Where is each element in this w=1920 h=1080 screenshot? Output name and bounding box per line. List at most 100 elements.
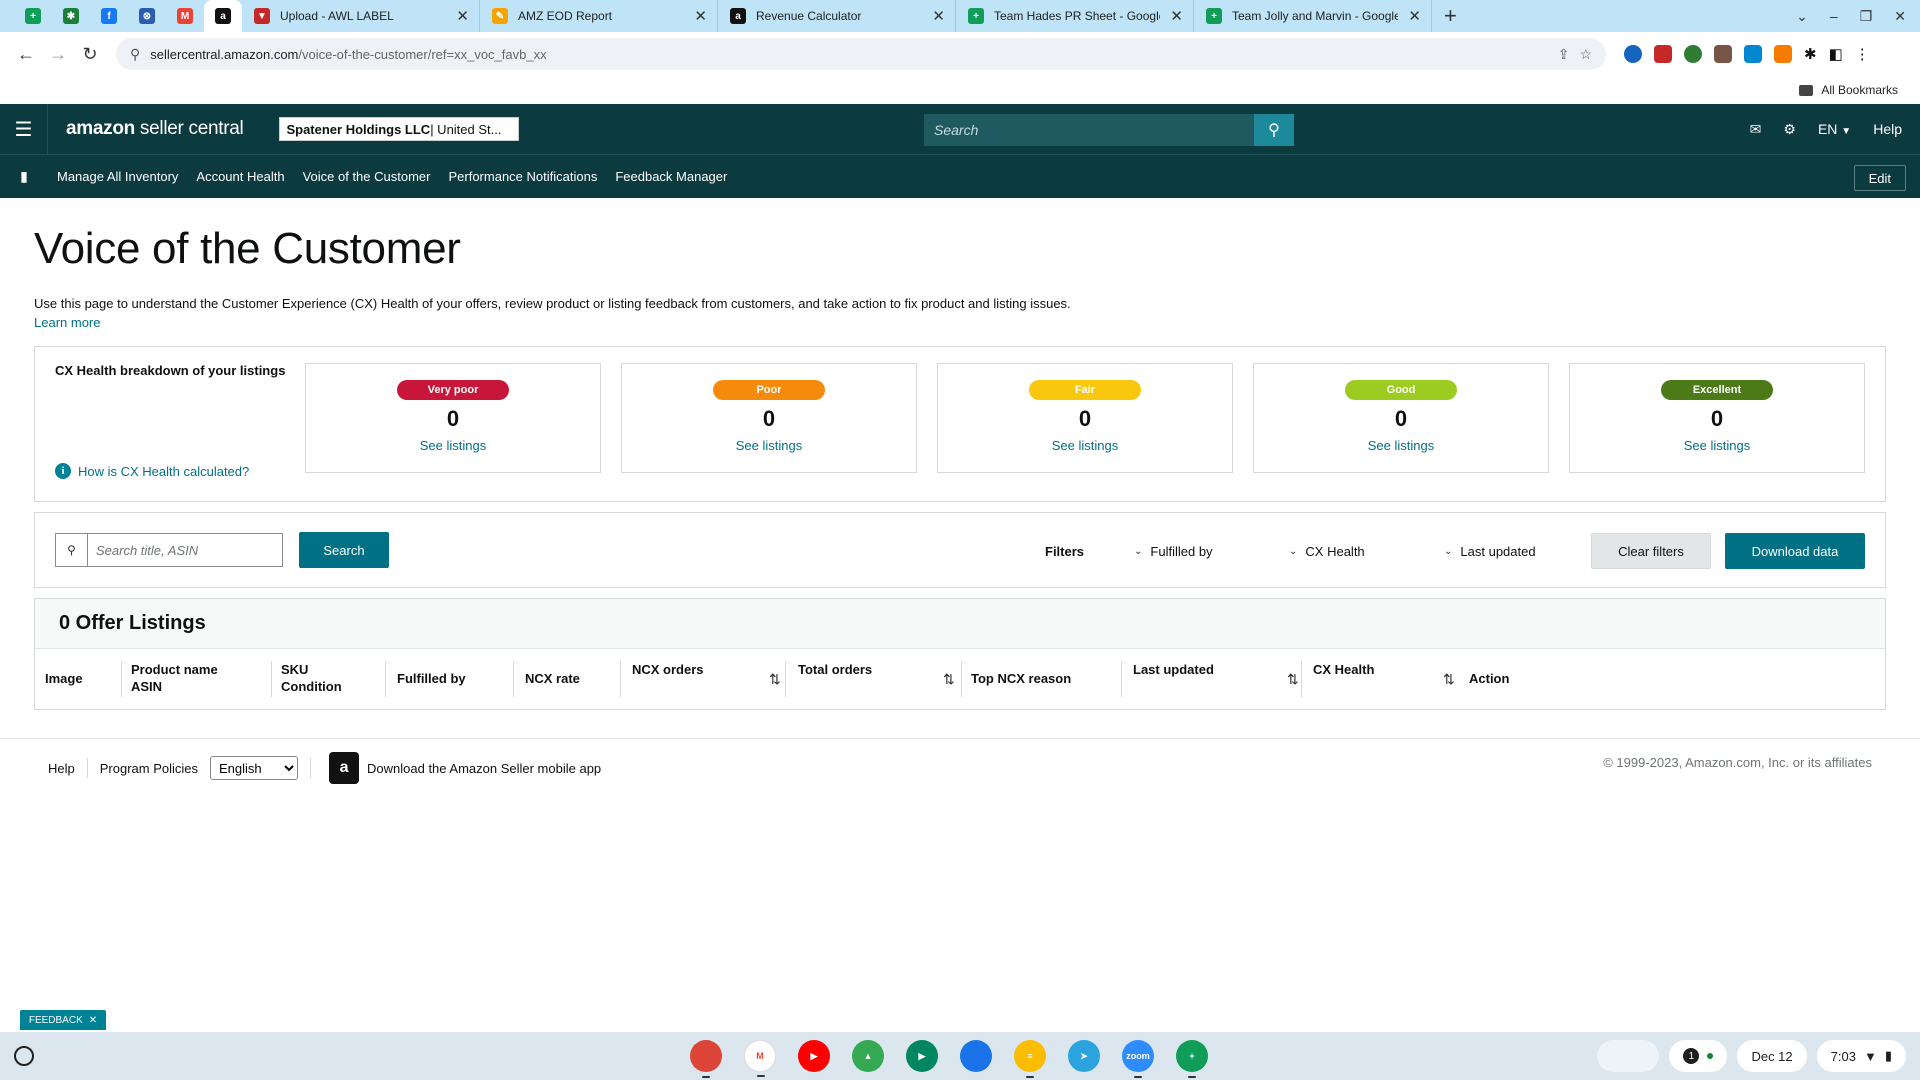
new-tab-button[interactable]: + — [1444, 3, 1457, 29]
column-header[interactable]: Total orders — [798, 661, 872, 678]
extension-icon-3[interactable] — [1684, 45, 1702, 63]
telegram-app-icon[interactable]: ➤ — [1068, 1040, 1100, 1072]
tab-close-icon[interactable]: ✕ — [932, 7, 945, 25]
see-listings-link[interactable]: See listings — [736, 438, 802, 453]
extension-icon-4[interactable] — [1714, 45, 1732, 63]
sheets-pinned-tab[interactable]: + — [14, 0, 52, 32]
share-icon[interactable]: ⇪ — [1558, 46, 1570, 63]
extension-icon-6[interactable] — [1774, 45, 1792, 63]
puzzle-pinned-tab[interactable]: ✱ — [52, 0, 90, 32]
column-header[interactable]: NCX orders — [632, 661, 704, 678]
nav-item-voice-of-the-customer[interactable]: Voice of the Customer — [303, 169, 431, 184]
gmail-pinned-tab[interactable]: M — [166, 0, 204, 32]
download-data-button[interactable]: Download data — [1725, 533, 1865, 569]
cx-health-filter[interactable]: ⌄ CX Health — [1289, 544, 1444, 559]
extension-icon-5[interactable] — [1744, 45, 1762, 63]
column-header[interactable]: Last updated — [1133, 661, 1214, 678]
status-tray[interactable]: 7:03 ▼ ▮ — [1816, 1040, 1906, 1072]
browser-tab[interactable]: ▼ Upload - AWL LABEL ✕ — [242, 0, 480, 32]
sort-icon[interactable]: ⇅ — [769, 671, 781, 688]
browser-menu-icon[interactable]: ⋮ — [1855, 45, 1870, 63]
site-info-icon[interactable]: ⚲ — [130, 46, 140, 63]
notification-tray[interactable]: 1 — [1669, 1040, 1728, 1072]
mail-icon[interactable]: ✉ — [1750, 121, 1762, 138]
clear-filters-button[interactable]: Clear filters — [1591, 533, 1711, 569]
amazon-seller-app-icon[interactable]: a — [329, 752, 360, 784]
edit-nav-button[interactable]: Edit — [1853, 165, 1906, 191]
play-store-app-icon[interactable]: ▶ — [906, 1040, 938, 1072]
bookmark-icon[interactable]: ▮ — [0, 168, 48, 185]
side-panel-icon[interactable]: ◧ — [1829, 45, 1843, 63]
chrome-app-icon[interactable] — [690, 1040, 722, 1078]
seller-central-logo[interactable]: amazon seller central — [66, 118, 244, 140]
footer-help-link[interactable]: Help — [48, 761, 75, 776]
see-listings-link[interactable]: See listings — [1368, 438, 1434, 453]
forward-icon[interactable]: → — [42, 44, 74, 65]
bookmark-star-icon[interactable]: ☆ — [1579, 46, 1592, 63]
account-switcher[interactable]: Spatener Holdings LLC | United St... — [279, 117, 520, 141]
files-app-icon[interactable] — [960, 1040, 992, 1072]
footer-language-select[interactable]: English — [210, 756, 299, 780]
sort-icon[interactable]: ⇅ — [1443, 671, 1455, 688]
nav-item-feedback-manager[interactable]: Feedback Manager — [615, 169, 727, 184]
close-window-icon[interactable]: ✕ — [1894, 8, 1906, 25]
extensions-puzzle-icon[interactable]: ✱ — [1804, 45, 1817, 63]
footer-divider — [86, 758, 88, 778]
zoom-app-icon[interactable]: zoom — [1122, 1040, 1154, 1078]
header-search-button[interactable]: ⚲ — [1254, 114, 1294, 146]
sort-icon[interactable]: ⇅ — [943, 671, 955, 688]
tab-close-icon[interactable]: ✕ — [1408, 7, 1421, 25]
drive-app-icon[interactable]: ▲ — [852, 1040, 884, 1072]
column-header[interactable]: CX Health — [1313, 661, 1374, 678]
keep-app-icon[interactable]: ≡ — [1014, 1040, 1046, 1078]
tab-search-chevron-icon[interactable]: ⌄ — [1796, 8, 1808, 25]
globe-pinned-tab[interactable]: ⊗ — [128, 0, 166, 32]
header-search-input[interactable] — [924, 114, 1254, 146]
address-bar[interactable]: ⚲ sellercentral.amazon.com/voice-of-the-… — [116, 38, 1606, 70]
last-updated-filter[interactable]: ⌄ Last updated — [1444, 544, 1599, 559]
feedback-tab[interactable]: FEEDBACK ✕ — [20, 1010, 106, 1030]
minimize-icon[interactable]: – — [1830, 8, 1838, 24]
browser-tab[interactable]: + Team Hades PR Sheet - Google ✕ — [956, 0, 1194, 32]
see-listings-link[interactable]: See listings — [420, 438, 486, 453]
download-mobile-app-link[interactable]: Download the Amazon Seller mobile app — [367, 761, 601, 776]
nav-item-account-health[interactable]: Account Health — [196, 169, 284, 184]
youtube-app-icon[interactable]: ▶ — [798, 1040, 830, 1072]
tab-close-icon[interactable]: ✕ — [1170, 7, 1183, 25]
nav-item-manage-all-inventory[interactable]: Manage All Inventory — [57, 169, 178, 184]
close-icon[interactable]: ✕ — [89, 1015, 97, 1026]
back-icon[interactable]: ← — [10, 44, 42, 65]
language-selector[interactable]: EN ▼ — [1818, 121, 1851, 137]
listing-search-input[interactable] — [88, 534, 282, 566]
extension-icon-1[interactable] — [1624, 45, 1642, 63]
search-button[interactable]: Search — [299, 532, 389, 568]
learn-more-link[interactable]: Learn more — [34, 315, 1886, 330]
program-policies-link[interactable]: Program Policies — [100, 761, 198, 776]
date-tray[interactable]: Dec 12 — [1737, 1040, 1807, 1072]
gmail-app-icon[interactable]: M — [744, 1040, 776, 1077]
extension-icon-2[interactable] — [1654, 45, 1672, 63]
nav-item-performance-notifications[interactable]: Performance Notifications — [448, 169, 597, 184]
browser-tab[interactable]: ✎ AMZ EOD Report ✕ — [480, 0, 718, 32]
browser-tab[interactable]: a Revenue Calculator ✕ — [718, 0, 956, 32]
hamburger-menu-icon[interactable]: ☰ — [0, 104, 48, 154]
reload-icon[interactable]: ↻ — [74, 44, 106, 65]
url-text[interactable]: sellercentral.amazon.com/voice-of-the-cu… — [150, 47, 1547, 62]
sort-icon[interactable]: ⇅ — [1287, 671, 1299, 688]
settings-gear-icon[interactable]: ⚙ — [1783, 121, 1796, 138]
see-listings-link[interactable]: See listings — [1684, 438, 1750, 453]
amazon-pinned-tab[interactable]: a — [204, 0, 242, 32]
restore-icon[interactable]: ❐ — [1860, 8, 1873, 25]
launcher-icon[interactable] — [14, 1046, 34, 1066]
tab-close-icon[interactable]: ✕ — [694, 7, 707, 25]
tab-close-icon[interactable]: ✕ — [456, 7, 469, 25]
see-listings-link[interactable]: See listings — [1052, 438, 1118, 453]
facebook-pinned-tab[interactable]: f — [90, 0, 128, 32]
fulfilled-by-filter[interactable]: ⌄ Fulfilled by — [1134, 544, 1289, 559]
sheets-app-icon[interactable]: + — [1176, 1040, 1208, 1078]
all-bookmarks-link[interactable]: All Bookmarks — [1821, 83, 1898, 97]
holding-space-tray[interactable] — [1597, 1040, 1660, 1072]
help-link[interactable]: Help — [1873, 121, 1902, 137]
browser-tab[interactable]: + Team Jolly and Marvin - Google ✕ — [1194, 0, 1432, 32]
cx-health-info-link[interactable]: i How is CX Health calculated? — [55, 463, 249, 479]
